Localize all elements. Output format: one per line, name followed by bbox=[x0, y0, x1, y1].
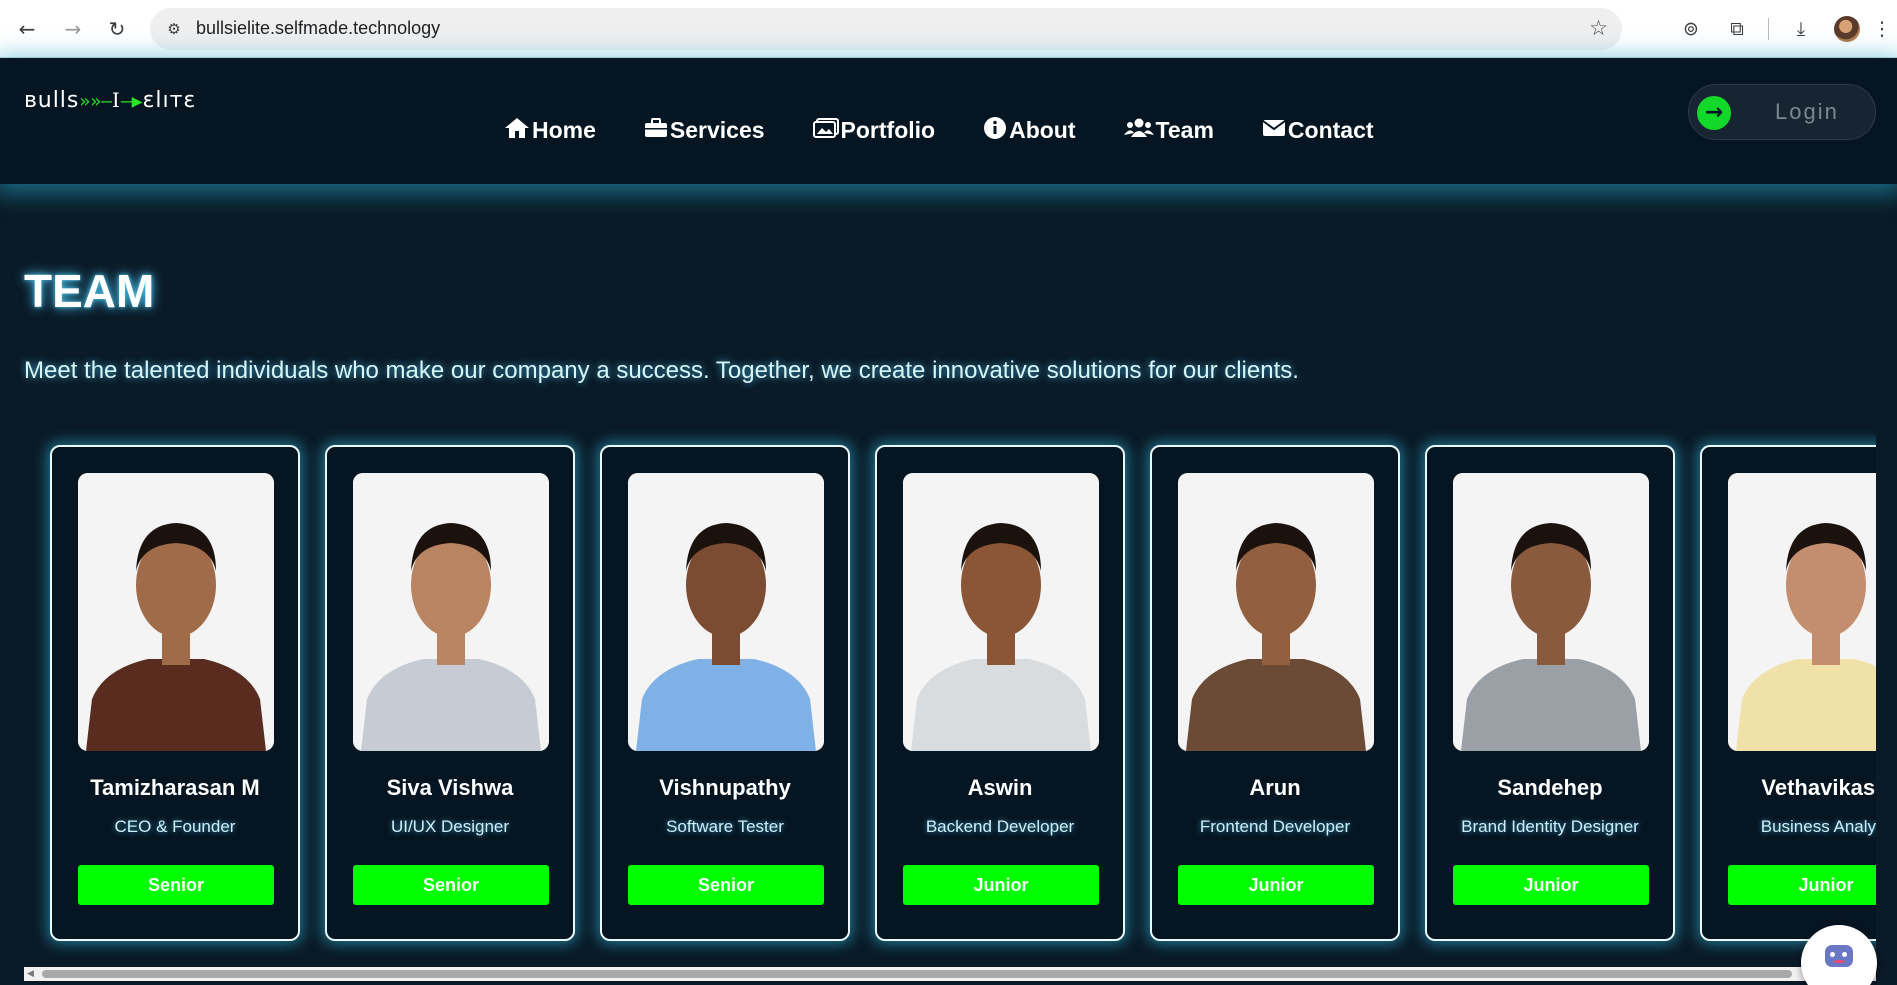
site-info-icon[interactable]: ⚙ bbox=[164, 19, 184, 39]
site-logo[interactable]: ʙulls»»—I—▶ɛlıтɛ bbox=[24, 88, 196, 113]
member-name: Arun bbox=[1249, 775, 1301, 800]
member-role: Business Analyst bbox=[1760, 817, 1876, 836]
download-icon[interactable]: ⤓ bbox=[1786, 14, 1816, 44]
member-photo bbox=[353, 473, 549, 751]
member-level-badge[interactable]: Junior bbox=[1178, 865, 1374, 905]
member-level-badge[interactable]: Junior bbox=[903, 865, 1099, 905]
member-role: UI/UX Designer bbox=[390, 817, 510, 836]
profile-avatar[interactable] bbox=[1834, 16, 1860, 42]
users-icon bbox=[1123, 117, 1154, 143]
info-circle-icon bbox=[983, 116, 1007, 144]
member-photo bbox=[1728, 473, 1876, 751]
nav-team[interactable]: Team bbox=[1123, 116, 1214, 144]
logo-arrow: —▶ bbox=[120, 91, 143, 112]
login-label: Login bbox=[1775, 99, 1839, 124]
member-photo bbox=[78, 473, 274, 751]
nav-home[interactable]: Home bbox=[504, 116, 596, 144]
team-card: Sandehep Brand Identity Designer Junior bbox=[1425, 445, 1675, 941]
member-role: Backend Developer bbox=[925, 817, 1075, 836]
scroll-left-arrow-icon[interactable]: ◀ bbox=[27, 969, 34, 979]
arrow-right-icon: → bbox=[1697, 96, 1731, 130]
member-name: Vishnupathy bbox=[659, 775, 791, 800]
member-name: Sandehep bbox=[1497, 775, 1603, 800]
chatbot-icon bbox=[1825, 945, 1853, 967]
team-carousel[interactable]: Tamizharasan M CEO & Founder Senior Siva Vi… bbox=[24, 418, 1876, 963]
team-card: Siva Vishwa UI/UX Designer Senior bbox=[325, 445, 575, 941]
back-arrow-icon[interactable]: ← bbox=[12, 14, 42, 44]
briefcase-icon bbox=[644, 118, 668, 142]
toolbar-divider bbox=[1768, 18, 1769, 40]
address-bar[interactable]: ⚙ bullsielite.selfmade.technology ☆ bbox=[150, 8, 1622, 50]
url-text: bullsielite.selfmade.technology bbox=[196, 18, 441, 38]
login-button[interactable]: → Login bbox=[1688, 84, 1876, 140]
more-menu-icon[interactable]: ⋮ bbox=[1872, 14, 1892, 44]
member-name: Aswin bbox=[967, 775, 1033, 800]
nav-portfolio-label: Portfolio bbox=[840, 116, 936, 143]
logo-left-text: ʙulls bbox=[24, 88, 80, 113]
team-card: Tamizharasan M CEO & Founder Senior bbox=[50, 445, 300, 941]
nav-about[interactable]: About bbox=[983, 116, 1076, 144]
scrollbar-thumb[interactable] bbox=[42, 970, 1792, 978]
nav-team-label: Team bbox=[1155, 116, 1214, 143]
logo-bar: I bbox=[111, 88, 121, 112]
member-role: Brand Identity Designer bbox=[1461, 817, 1639, 836]
extension-icon[interactable]: ⊚ bbox=[1676, 14, 1706, 44]
member-photo bbox=[1453, 473, 1649, 751]
team-title: TEAM bbox=[24, 265, 155, 317]
nav-about-label: About bbox=[1009, 116, 1076, 143]
team-subtitle: Meet the talented individuals who make o… bbox=[24, 357, 1299, 384]
member-level-badge[interactable]: Senior bbox=[353, 865, 549, 905]
main-navigation: Home Services Portfolio About Team Conta bbox=[504, 116, 1374, 144]
member-name: Vethavikash bbox=[1761, 775, 1876, 800]
team-card: Aswin Backend Developer Junior bbox=[875, 445, 1125, 941]
member-name: Siva Vishwa bbox=[386, 775, 514, 800]
member-level-badge[interactable]: Junior bbox=[1453, 865, 1649, 905]
nav-services-label: Services bbox=[669, 116, 765, 143]
member-role: Frontend Developer bbox=[1199, 817, 1351, 836]
reload-icon[interactable]: ↻ bbox=[102, 14, 132, 44]
nav-portfolio[interactable]: Portfolio bbox=[812, 116, 936, 144]
nav-contact-label: Contact bbox=[1287, 116, 1374, 143]
puzzle-icon[interactable]: ⧉ bbox=[1722, 14, 1752, 44]
nav-home-label: Home bbox=[532, 116, 596, 143]
images-icon bbox=[812, 118, 839, 142]
member-role: Software Tester bbox=[666, 817, 784, 836]
member-level-badge[interactable]: Junior bbox=[1728, 865, 1876, 905]
member-photo bbox=[1178, 473, 1374, 751]
member-photo bbox=[903, 473, 1099, 751]
member-name: Tamizharasan M bbox=[90, 775, 260, 800]
member-role: CEO & Founder bbox=[114, 817, 236, 836]
nav-services[interactable]: Services bbox=[644, 116, 765, 144]
bookmark-star-icon[interactable]: ☆ bbox=[1589, 16, 1608, 40]
team-card: Vethavikash Business Analyst Junior bbox=[1700, 445, 1876, 941]
logo-chevrons: »»— bbox=[79, 91, 112, 112]
home-icon bbox=[504, 117, 530, 143]
browser-toolbar: ← → ↻ ⚙ bullsielite.selfmade.technology … bbox=[0, 0, 1897, 58]
forward-arrow-icon[interactable]: → bbox=[58, 14, 88, 44]
logo-right-text: ɛlıтɛ bbox=[142, 88, 197, 113]
member-level-badge[interactable]: Senior bbox=[78, 865, 274, 905]
team-card: Vishnupathy Software Tester Senior bbox=[600, 445, 850, 941]
site-header: ʙulls»»—I—▶ɛlıтɛ Home Services Portfolio… bbox=[0, 58, 1897, 184]
nav-contact[interactable]: Contact bbox=[1262, 116, 1374, 144]
team-card: Arun Frontend Developer Junior bbox=[1150, 445, 1400, 941]
member-level-badge[interactable]: Senior bbox=[628, 865, 824, 905]
horizontal-scrollbar[interactable]: ◀ bbox=[24, 967, 1876, 981]
envelope-icon bbox=[1262, 119, 1286, 141]
member-photo bbox=[628, 473, 824, 751]
